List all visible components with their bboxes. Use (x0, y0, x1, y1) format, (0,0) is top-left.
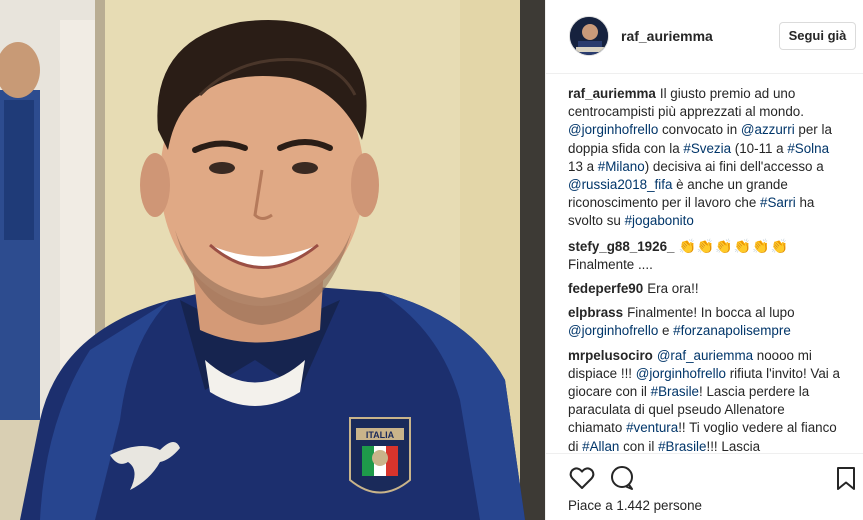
comment-text-segment: !!! Lascia (706, 438, 761, 453)
avatar-image (570, 17, 608, 55)
post-header: raf_auriemma Segui già (546, 0, 863, 74)
player-photo: ITALIA (0, 0, 545, 520)
hashtag-link[interactable]: #Brasile (658, 439, 706, 453)
likes-count[interactable]: Piace a 1.442 persone (568, 498, 702, 513)
mention-link[interactable]: @jorginhofrello (568, 122, 658, 137)
comment-row: mrpelusociro @raf_auriemma noooo mi dispi… (568, 347, 840, 453)
caption-username[interactable]: raf_auriemma (568, 86, 656, 101)
comment-text-segment: 13 a (568, 158, 598, 174)
comment-username[interactable]: fedeperfe90 (568, 281, 643, 296)
mention-link[interactable]: @russia2018_fifa (568, 177, 672, 192)
hashtag-link[interactable]: #Svezia (683, 141, 731, 156)
mention-link[interactable]: @jorginhofrello (568, 323, 658, 338)
comment-text-segment: Finalmente! In bocca al lupo (627, 305, 795, 321)
comment-text: @raf_auriemma noooo mi dispiace !!! @jor… (568, 348, 840, 453)
mention-link[interactable]: @jorginhofrello (636, 366, 726, 381)
comments-scrollbar[interactable] (851, 78, 855, 452)
comment-text-segment: e (658, 323, 674, 339)
hashtag-link[interactable]: #forzanapolisempre (673, 323, 791, 338)
hashtag-link[interactable]: #Brasile (651, 384, 699, 399)
action-bar: Piace a 1.442 persone (546, 453, 863, 520)
comment-text-segment: ) decisiva ai fini dell'accesso a (644, 158, 824, 174)
comment-username[interactable]: stefy_g88_1926_ (568, 239, 674, 254)
caption-text: Il giusto premio ad uno centrocampisti p… (568, 86, 832, 228)
comments-list[interactable]: raf_auriemma Il giusto premio ad uno cent… (568, 85, 840, 453)
caption: raf_auriemma Il giusto premio ad uno cent… (568, 85, 840, 231)
comment-username[interactable]: mrpelusociro (568, 348, 653, 363)
post-sidebar: raf_auriemma Segui già raf_auriemma Il gi… (545, 0, 863, 520)
comment-row: elpbrass Finalmente! In bocca al lupo @jo… (568, 304, 840, 340)
comment-text-segment: (10-11 a (731, 140, 788, 156)
hashtag-link[interactable]: #Sarri (760, 195, 796, 210)
avatar[interactable] (569, 16, 609, 56)
badge-text: ITALIA (366, 430, 395, 440)
comment-text-segment: Era ora!! (647, 281, 699, 297)
hashtag-link[interactable]: #Solna (787, 141, 829, 156)
hashtag-link[interactable]: #Allan (582, 439, 619, 453)
comment-text: Finalmente .... (568, 257, 653, 272)
clapping-hands-emoji: 👏👏👏👏👏👏 (678, 237, 790, 254)
comment-icon[interactable] (608, 464, 636, 492)
comment-rows: stefy_g88_1926_ 👏👏👏👏👏👏 Finalmente .... fede… (568, 237, 840, 453)
bookmark-icon[interactable] (832, 464, 860, 492)
comment-username[interactable]: elpbrass (568, 305, 623, 320)
comment-text-segment: con il (619, 438, 659, 453)
post-photo[interactable]: ITALIA (0, 0, 545, 520)
comment-text-segment: convocato in (658, 122, 741, 138)
hashtag-link[interactable]: #Milano (598, 159, 645, 174)
comment-text: Era ora!! (647, 281, 698, 296)
hashtag-link[interactable]: #ventura (626, 420, 678, 435)
mention-link[interactable]: @azzurri (741, 122, 795, 137)
comment-row: stefy_g88_1926_ 👏👏👏👏👏👏 Finalmente .... (568, 237, 840, 274)
post-viewer: ITALIA raf_auriemma Segui già raf_auriem… (0, 0, 863, 520)
comment-text-segment: Finalmente .... (568, 256, 653, 272)
mention-link[interactable]: @raf_auriemma (657, 348, 753, 363)
header-username[interactable]: raf_auriemma (621, 28, 713, 44)
hashtag-link[interactable]: #jogabonito (625, 213, 694, 228)
heart-icon[interactable] (568, 464, 596, 492)
comment-row: fedeperfe90 Era ora!! (568, 280, 840, 298)
following-button[interactable]: Segui già (779, 22, 856, 50)
